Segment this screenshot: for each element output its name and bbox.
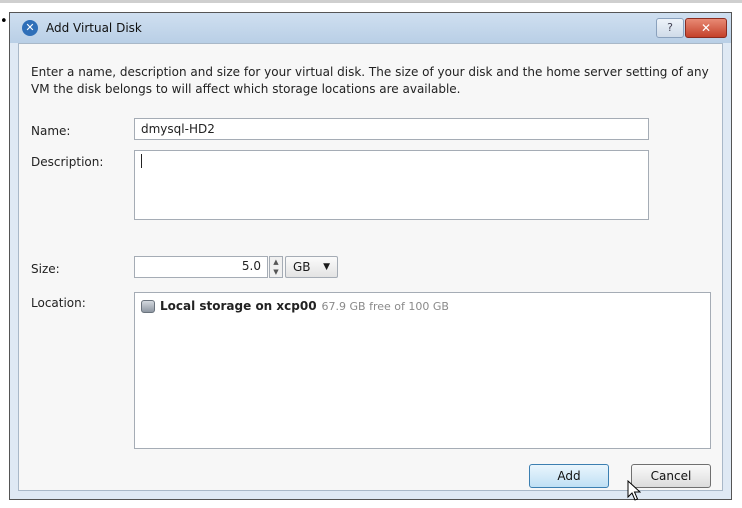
cancel-button[interactable]: Cancel xyxy=(631,464,711,488)
list-item[interactable]: Local storage on xcp00 67.9 GB free of 10… xyxy=(141,299,449,313)
name-label: Name: xyxy=(31,124,71,138)
location-name: Local storage on xcp00 xyxy=(160,299,317,313)
title-bar: ✕ Add Virtual Disk ? ✕ xyxy=(10,13,731,43)
help-button[interactable]: ? xyxy=(656,18,684,38)
add-virtual-disk-dialog: ✕ Add Virtual Disk ? ✕ Enter a name, des… xyxy=(9,12,732,501)
description-label: Description: xyxy=(31,155,104,169)
size-unit-dropdown[interactable]: GB ▼ xyxy=(285,256,338,278)
app-icon: ✕ xyxy=(22,20,38,36)
close-button[interactable]: ✕ xyxy=(685,18,727,38)
size-label: Size: xyxy=(31,262,60,276)
location-list[interactable]: Local storage on xcp00 67.9 GB free of 10… xyxy=(134,292,711,449)
disk-icon xyxy=(141,300,155,313)
dialog-title: Add Virtual Disk xyxy=(46,21,142,35)
description-textarea[interactable] xyxy=(134,150,649,220)
bullet-marker: • xyxy=(0,14,8,29)
chevron-down-icon: ▼ xyxy=(323,262,330,272)
dialog-body: Enter a name, description and size for y… xyxy=(18,43,723,501)
size-input[interactable]: 5.0 xyxy=(134,256,268,278)
page-top-divider xyxy=(0,0,742,3)
size-spinner[interactable]: ▲ ▼ xyxy=(269,256,283,278)
mouse-pointer-icon xyxy=(627,480,641,501)
location-label: Location: xyxy=(31,296,86,310)
size-unit-value: GB xyxy=(293,260,311,274)
location-free-space: 67.9 GB free of 100 GB xyxy=(321,300,449,313)
add-button[interactable]: Add xyxy=(529,464,609,488)
name-input[interactable] xyxy=(134,118,649,140)
intro-text: Enter a name, description and size for y… xyxy=(31,65,709,96)
spin-up-icon[interactable]: ▲ xyxy=(270,257,282,267)
spin-down-icon[interactable]: ▼ xyxy=(270,267,282,277)
text-caret xyxy=(141,153,142,168)
